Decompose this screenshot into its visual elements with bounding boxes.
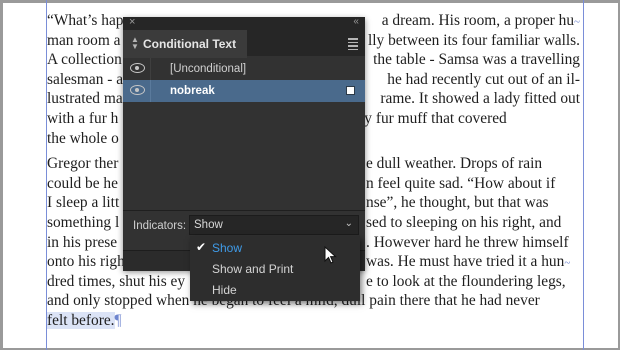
condition-label: [Unconditional] xyxy=(170,63,247,75)
text-line[interactable]: felt before.¶ xyxy=(47,311,587,331)
chevron-down-icon: ⌄ xyxy=(344,218,353,229)
dropdown-option-hide[interactable]: Hide xyxy=(190,279,360,300)
condition-row-nobreak[interactable]: nobreak xyxy=(123,80,365,102)
indicators-label: Indicators: xyxy=(133,220,187,232)
panel-titlebar[interactable]: × ‹‹ xyxy=(123,16,365,30)
close-icon[interactable]: × xyxy=(129,16,135,28)
mouse-pointer-icon xyxy=(324,246,337,264)
indicators-select[interactable]: Show ⌄ xyxy=(189,215,359,235)
dropdown-option-label: Show and Print xyxy=(212,262,294,276)
collapse-icon[interactable]: ‹‹ xyxy=(353,16,359,27)
tab-conditional-text[interactable]: ▲ ▼ Conditional Text xyxy=(123,30,247,58)
panel-tabbar: ▲ ▼ Conditional Text xyxy=(123,30,365,58)
indicators-value: Show xyxy=(194,219,223,231)
condition-list: [Unconditional] nobreak xyxy=(123,58,365,210)
page-edge-top xyxy=(0,0,620,3)
dropdown-option-label: Show xyxy=(212,241,243,255)
eye-icon[interactable] xyxy=(130,63,145,73)
panel-menu-icon[interactable] xyxy=(348,38,358,52)
condition-label: nobreak xyxy=(170,85,215,97)
eye-icon[interactable] xyxy=(130,85,145,95)
condition-row-unconditional[interactable]: [Unconditional] xyxy=(123,58,365,80)
indesign-workspace: “What’s hap man room a A collection sale… xyxy=(0,0,620,350)
dropdown-option-label: Hide xyxy=(212,283,237,297)
condition-color-swatch xyxy=(346,86,355,95)
checkmark-icon: ✔ xyxy=(196,240,207,254)
panel-divider xyxy=(123,210,365,211)
selected-text[interactable]: felt before. xyxy=(47,311,115,329)
pilcrow-mark: ¶ xyxy=(114,311,122,329)
panel-title: Conditional Text xyxy=(143,37,237,51)
tab-arrows-icon: ▲ ▼ xyxy=(131,35,139,51)
conditional-text-panel: × ‹‹ ▲ ▼ Conditional Text [Unconditional]… xyxy=(123,16,365,271)
